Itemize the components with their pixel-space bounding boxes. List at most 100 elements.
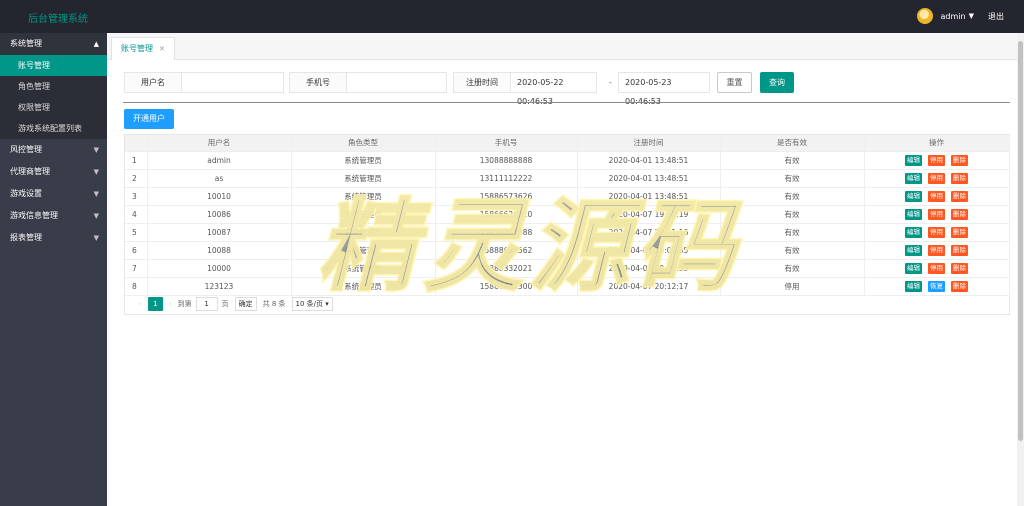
cell-regtime: 2020-04-01 13:48:51 [577,187,721,206]
row-index: 7 [125,259,148,278]
cell-username: 10088 [147,241,292,260]
app-title: 后台管理系统 [28,14,88,25]
column-header[interactable]: 是否有效 [720,135,865,152]
sidebar-item-permissions[interactable]: 权限管理 [0,97,107,118]
sidebar-group-label: 报表管理 [10,233,42,242]
divider [123,102,1010,103]
cell-valid: 有效 [720,187,865,206]
table-row[interactable]: 1 admin 系统管理员 13088888888 2020-04-01 13:… [125,151,1010,170]
regtime-filter: 注册时间 2020-05-22 00:46:53 [453,72,597,106]
chevron-down-icon[interactable]: ▼ [969,12,974,20]
user-menu[interactable]: admin [941,12,966,21]
reset-button[interactable]: 重置 [717,72,752,93]
edit-button[interactable]: 编辑 [905,190,922,202]
sidebar-group-reports[interactable]: 报表管理 ▼ [0,227,107,249]
cell-regtime: 2020-04-01 13:48:51 [577,169,721,188]
sidebar-group-system[interactable]: 系统管理 ▲ [0,33,107,55]
open-user-button[interactable]: 开通用户 [124,109,174,129]
delete-button[interactable]: 删除 [951,226,968,238]
table-row[interactable]: 5 10087 系统管理员 13255558888 2020-04-07 20:… [125,223,1010,242]
edit-button[interactable]: 编辑 [905,154,922,166]
cell-role: 系统管理员 [291,259,436,278]
sidebar: 系统管理 ▲ 账号管理 角色管理 权限管理 游戏系统配置列表 风控管理 ▼ 代理… [0,33,107,506]
cell-role: 系统管理员 [291,241,436,260]
logout-link[interactable]: 退出 [988,11,1004,22]
query-button[interactable]: 查询 [760,72,794,93]
cell-username: 10010 [147,187,292,206]
username-input[interactable] [182,72,284,93]
goto-confirm-button[interactable]: 确定 [234,297,257,311]
edit-button[interactable]: 编辑 [905,244,922,256]
table-row[interactable]: 3 10010 系统管理员 15886573626 2020-04-01 13:… [125,187,1010,206]
edit-button[interactable]: 编辑 [905,226,922,238]
goto-label: 到第 [177,300,192,308]
cell-phone: 13088888888 [435,151,578,170]
column-header[interactable]: 注册时间 [577,135,721,152]
chevron-up-icon: ▲ [93,40,99,48]
phone-input[interactable] [347,72,447,93]
disable-button[interactable]: 停用 [928,244,945,256]
edit-button[interactable]: 编辑 [905,280,922,292]
top-header: 后台管理系统 admin ▼ 退出 [0,0,1024,33]
column-header[interactable]: 用户名 [147,135,292,152]
edit-button[interactable]: 编辑 [905,262,922,274]
disable-button[interactable]: 停用 [928,172,945,184]
cell-role: 系统管理员 [291,151,436,170]
delete-button[interactable]: 删除 [951,172,968,184]
goto-page-input[interactable]: 1 [195,297,218,311]
sidebar-group-agents[interactable]: 代理商管理 ▼ [0,161,107,183]
sidebar-group-game-settings[interactable]: 游戏设置 ▼ [0,183,107,205]
chevron-left-icon[interactable]: ‹ [139,300,142,308]
sidebar-group-label: 风控管理 [10,145,42,154]
table-row[interactable]: 2 as 系统管理员 13111112222 2020-04-01 13:48:… [125,169,1010,188]
delete-button[interactable]: 删除 [951,262,968,274]
delete-button[interactable]: 删除 [951,154,968,166]
close-icon[interactable]: ✕ [159,38,165,60]
cell-username: 10000 [147,259,292,278]
sidebar-group-risk[interactable]: 风控管理 ▼ [0,139,107,161]
edit-button[interactable]: 编辑 [905,208,922,220]
disable-button[interactable]: 停用 [928,226,945,238]
delete-button[interactable]: 删除 [951,280,968,292]
page-size-value: 10 条/页 [295,300,324,308]
chevron-down-icon: ▼ [93,234,99,242]
sidebar-group-game-info[interactable]: 游戏信息管理 ▼ [0,205,107,227]
date-from-input[interactable]: 2020-05-22 00:46:53 [511,72,597,106]
sidebar-item-roles[interactable]: 角色管理 [0,76,107,97]
sidebar-item-game-config[interactable]: 游戏系统配置列表 [0,118,107,139]
page-current[interactable]: 1 [147,297,163,311]
table-row[interactable]: 8 123123 系统管理员 15866633300 2020-04-07 20… [125,277,1010,296]
date-to-input[interactable]: 2020-05-23 00:46:53 [618,72,710,106]
user-area: admin ▼ 退出 [916,8,1004,24]
disable-button[interactable]: 停用 [928,154,945,166]
table-row[interactable]: 6 10088 系统管理员 15888664562 2020-04-07 20:… [125,241,1010,260]
column-header[interactable]: 角色类型 [291,135,436,152]
disable-button[interactable]: 停用 [928,262,945,274]
tab-accounts[interactable]: 账号管理 ✕ [111,37,175,60]
delete-button[interactable]: 删除 [951,190,968,202]
username-label: 用户名 [124,72,182,93]
cell-valid: 有效 [720,169,865,188]
avatar[interactable] [916,8,933,24]
scrollbar-thumb[interactable] [1018,41,1023,441]
cell-phone: 15888664562 [435,241,578,260]
delete-button[interactable]: 删除 [951,244,968,256]
sidebar-item-accounts[interactable]: 账号管理 [0,55,107,76]
page-size-select[interactable]: 10 条/页 ▾ [291,297,333,311]
sidebar-group-label: 系统管理 [10,39,42,48]
chevron-down-icon: ▼ [93,168,99,176]
cell-valid: 停用 [720,277,865,296]
disable-button[interactable]: 停用 [928,190,945,202]
edit-button[interactable]: 编辑 [905,172,922,184]
disable-button[interactable]: 停用 [928,208,945,220]
sidebar-submenu: 账号管理 角色管理 权限管理 游戏系统配置列表 [0,55,107,139]
restore-button[interactable]: 恢复 [928,280,945,292]
page-scrollbar[interactable] [1017,33,1024,506]
table-row[interactable]: 7 10000 系统管理员 15888332021 2020-04-07 20:… [125,259,1010,278]
column-header[interactable]: 手机号 [435,135,578,152]
table-row[interactable]: 4 10086 系统管理员 15866626320 2020-04-07 19:… [125,205,1010,224]
cell-username: admin [147,151,292,170]
chevron-right-icon[interactable]: › [169,300,172,308]
cell-role: 系统管理员 [291,277,436,296]
delete-button[interactable]: 删除 [951,208,968,220]
